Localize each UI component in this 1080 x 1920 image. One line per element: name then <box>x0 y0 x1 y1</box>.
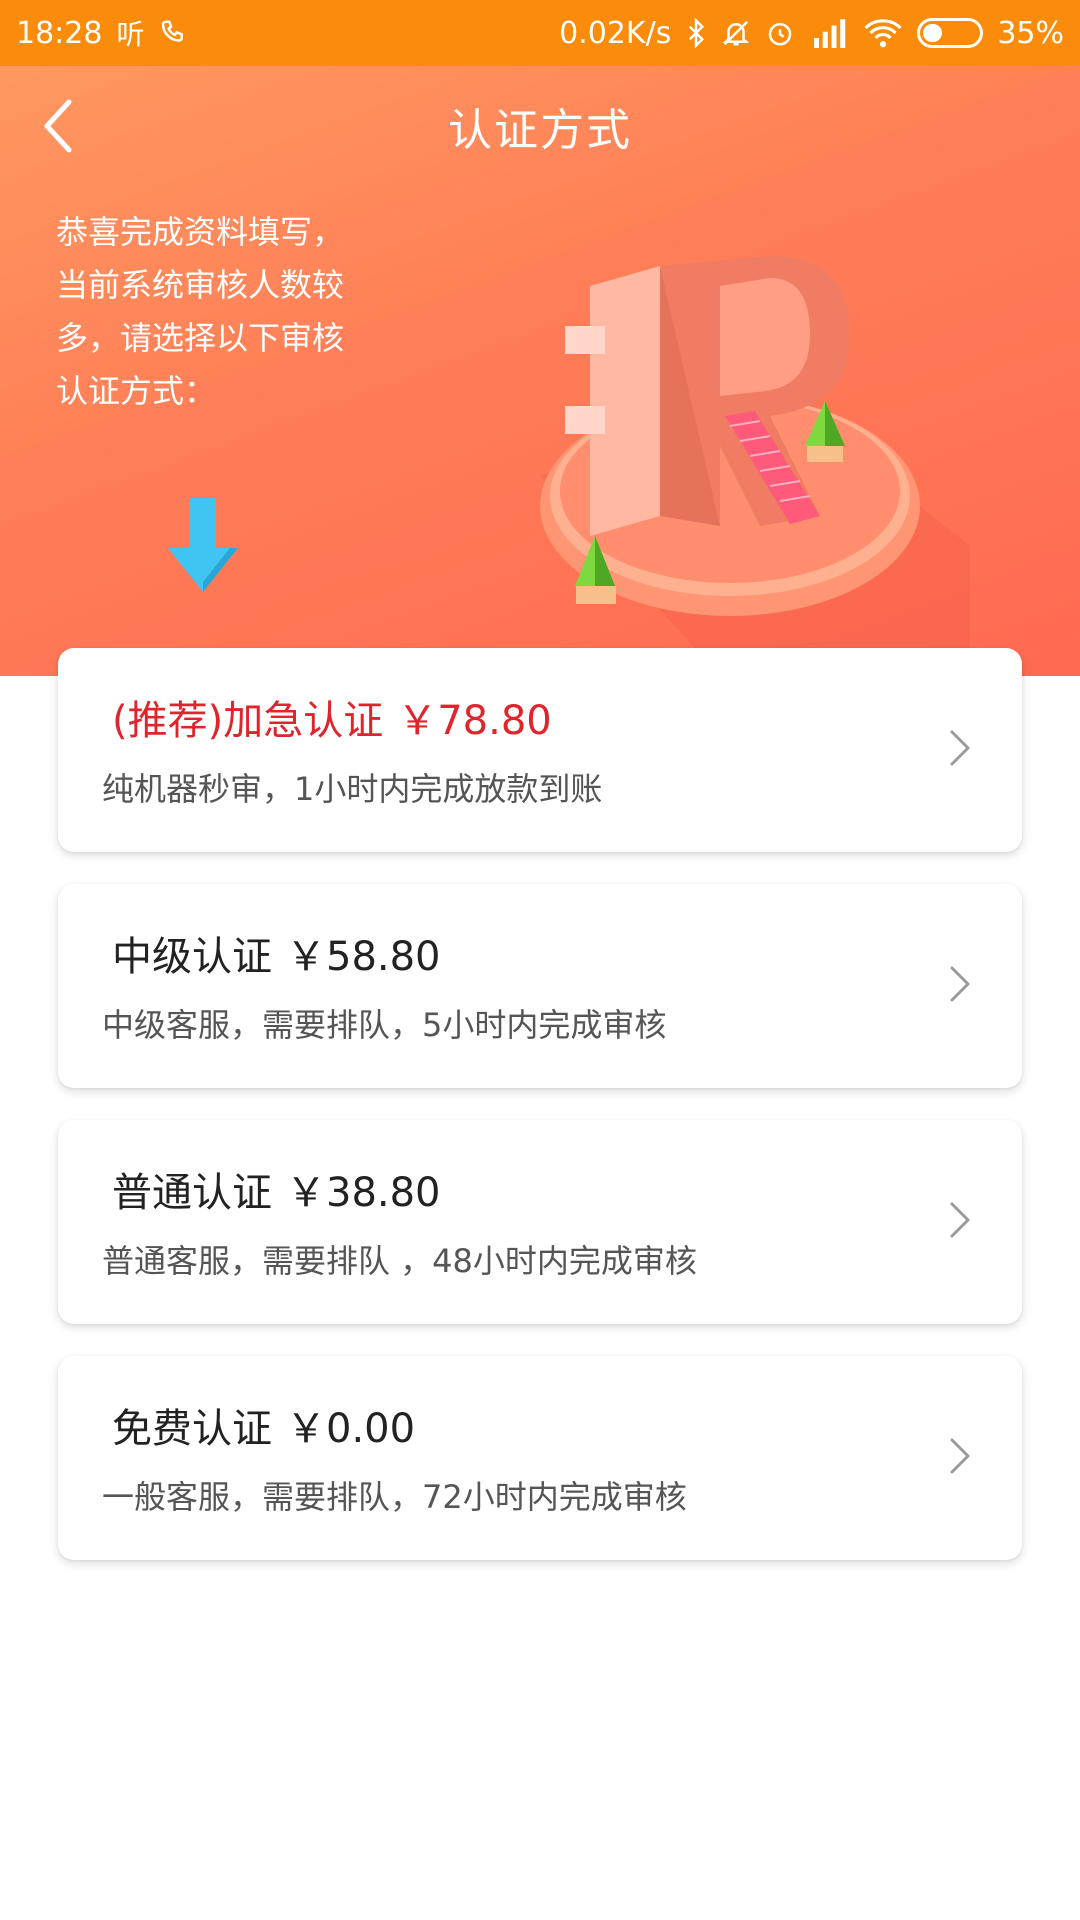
option-price: ￥38.80 <box>286 1170 441 1216</box>
chevron-right-icon <box>950 730 970 766</box>
status-time: 18:28 <box>16 15 103 51</box>
chevron-right-icon <box>950 966 970 1002</box>
status-bar: 18:28 听 0.02K/s 35% <box>0 0 1080 66</box>
option-description: 纯机器秒审，1小时内完成放款到账 <box>102 770 603 808</box>
option-name: 免费认证 <box>112 1406 272 1452</box>
wifi-icon <box>863 18 903 48</box>
option-name: (推荐)加急认证 <box>112 698 384 744</box>
status-right: 0.02K/s 35% <box>559 16 1064 51</box>
option-price: ￥78.80 <box>397 698 552 744</box>
option-title: 普通认证 ￥38.80 <box>112 1160 441 1218</box>
mute-bell-icon <box>721 18 751 48</box>
network-speed: 0.02K/s <box>559 15 672 51</box>
option-name: 普通认证 <box>112 1170 272 1216</box>
option-title: (推荐)加急认证 ￥78.80 <box>112 688 552 746</box>
option-name: 中级认证 <box>112 934 272 980</box>
hero-banner: 认证方式 恭喜完成资料填写，当前系统审核人数较多，请选择以下审核认证方式： <box>0 66 1080 676</box>
battery-percent: 35% <box>997 15 1064 51</box>
battery-icon <box>917 18 984 48</box>
chevron-right-icon <box>950 1438 970 1474</box>
option-card-free[interactable]: 免费认证 ￥0.00 一般客服，需要排队，72小时内完成审核 <box>58 1356 1022 1560</box>
option-price: ￥0.00 <box>286 1406 416 1452</box>
arrow-down-icon <box>168 498 238 592</box>
option-card-intermediate[interactable]: 中级认证 ￥58.80 中级客服，需要排队，5小时内完成审核 <box>58 884 1022 1088</box>
signal-hd-icon <box>809 18 849 48</box>
chevron-right-icon <box>950 1202 970 1238</box>
option-price: ￥58.80 <box>286 934 441 980</box>
battery-fill <box>923 24 943 42</box>
option-description: 普通客服，需要排队 ，48小时内完成审核 <box>102 1242 697 1280</box>
page-title: 认证方式 <box>448 105 632 156</box>
letter-r-illustration <box>540 256 970 676</box>
bluetooth-icon <box>685 18 707 48</box>
option-card-standard[interactable]: 普通认证 ￥38.80 普通客服，需要排队 ，48小时内完成审核 <box>58 1120 1022 1324</box>
option-title: 中级认证 ￥58.80 <box>112 924 441 982</box>
option-description: 一般客服，需要排队，72小时内完成审核 <box>102 1478 687 1516</box>
option-description: 中级客服，需要排队，5小时内完成审核 <box>102 1006 667 1044</box>
alarm-clock-icon <box>765 18 795 48</box>
hero-message: 恭喜完成资料填写，当前系统审核人数较多，请选择以下审核认证方式： <box>56 213 345 410</box>
phone-call-icon <box>158 18 188 48</box>
option-title: 免费认证 ￥0.00 <box>112 1396 415 1454</box>
app-notification-icon: 听 <box>116 18 145 51</box>
option-card-express[interactable]: (推荐)加急认证 ￥78.80 纯机器秒审，1小时内完成放款到账 <box>58 648 1022 852</box>
verification-options: (推荐)加急认证 ￥78.80 纯机器秒审，1小时内完成放款到账 中级认证 ￥58.… <box>58 648 1022 1592</box>
status-left: 18:28 听 <box>16 13 188 53</box>
